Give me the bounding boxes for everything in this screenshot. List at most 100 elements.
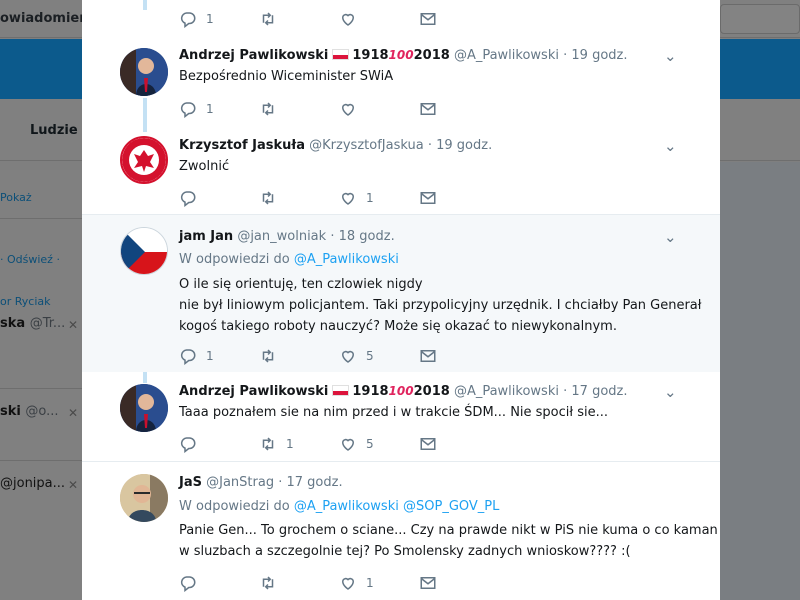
reply-button[interactable]: 1 [179,99,214,119]
mention-link[interactable]: @A_Pawlikowski [294,252,399,267]
like-count: 5 [366,349,374,363]
tweet-actions: 1 [179,188,459,208]
tweet-partial[interactable]: 1 [82,0,720,36]
retweet-button[interactable]: 1 [259,434,294,454]
tweet-focused[interactable]: jam Jan @jan_wolniak · 18 godz. ⌄ W odpo… [82,214,720,372]
tweet-text-line: kogoś takiego roboty nauczyć? Może się o… [179,319,617,334]
tweet-actions: 1 5 [179,434,459,454]
close-icon[interactable]: ✕ [68,406,78,420]
reply-context: W odpowiedzi do @A_Pawlikowski [179,252,399,267]
envelope-icon [419,100,437,118]
user-name[interactable]: JaS [179,475,202,490]
left-sidebar: Pokaż · Odświeź · or Ryciak ska @Tr... ✕… [0,170,82,600]
year-start: 1918 [352,48,389,63]
chevron-down-icon[interactable]: ⌄ [664,228,677,246]
reply-prefix: W odpowiedzi do [179,499,290,514]
suggestion-1-name: ska [0,316,26,331]
user-handle[interactable]: @jan_wolniak [237,229,326,244]
user-name[interactable]: Krzysztof Jaskuła [179,138,305,153]
user-name[interactable]: jam Jan [179,229,233,244]
chevron-down-icon[interactable]: ⌄ [664,47,677,65]
avatar[interactable] [120,384,168,432]
user-handle[interactable]: @A_Pawlikowski [454,48,559,63]
like-button[interactable]: 5 [339,346,374,366]
like-button[interactable]: 1 [339,188,374,208]
reply-icon [179,100,197,118]
user-handle[interactable]: @A_Pawlikowski [454,384,559,399]
envelope-icon [419,10,437,28]
year-end: 2018 [413,384,450,399]
chevron-down-icon[interactable]: ⌄ [664,383,677,401]
reply-count: 1 [206,102,214,116]
like-button[interactable]: 5 [339,434,374,454]
like-button[interactable] [339,9,357,29]
heart-icon [339,347,357,365]
tweet[interactable]: Andrzej Pawlikowski 19181002018 @A_Pawlik… [82,372,720,460]
message-button[interactable] [419,188,437,208]
retweet-button[interactable] [259,9,277,29]
search-input[interactable] [720,4,800,34]
hundred-points-icon: 100 [388,384,414,398]
tweet[interactable]: Andrzej Pawlikowski 19181002018 @A_Pawlik… [82,36,720,126]
tweet-text-line: Panie Gen... To grochem o sciane... Czy … [179,523,718,538]
show-link[interactable]: Pokaż [0,191,32,204]
reply-button[interactable] [179,573,197,593]
timestamp[interactable]: 19 godz. [571,48,627,63]
user-name[interactable]: Andrzej Pawlikowski [179,384,328,399]
reply-icon [179,10,197,28]
year-start: 1918 [352,384,389,399]
avatar[interactable] [120,474,168,522]
tweet-text: Zwolnić [179,159,230,174]
user-handle[interactable]: @KrzysztofJaskua [309,138,424,153]
message-button[interactable] [419,573,437,593]
close-icon[interactable]: ✕ [68,478,78,492]
chevron-down-icon[interactable]: ⌄ [664,137,677,155]
suggestion-2[interactable]: ski @o... [0,404,59,419]
suggestion-1[interactable]: ska @Tr... [0,316,65,331]
timestamp[interactable]: 19 godz. [436,138,492,153]
retweet-button[interactable] [259,99,277,119]
timestamp[interactable]: 17 godz. [571,384,627,399]
poland-flag-icon [332,49,350,60]
retweet-button[interactable] [259,346,277,366]
avatar[interactable] [120,136,168,184]
retweet-button[interactable] [259,188,277,208]
follow-suggestion-source: or Ryciak [0,295,51,308]
message-button[interactable] [419,434,437,454]
message-button[interactable] [419,99,437,119]
mention-link[interactable]: @SOP_GOV_PL [403,499,499,514]
message-button[interactable] [419,346,437,366]
reply-button[interactable] [179,434,197,454]
like-button[interactable]: 1 [339,573,374,593]
close-icon[interactable]: ✕ [68,318,78,332]
envelope-icon [419,347,437,365]
heart-icon [339,10,357,28]
avatar[interactable] [120,48,168,96]
tweet-header: JaS @JanStrag · 17 godz. [179,475,343,490]
like-count: 5 [366,437,374,451]
right-column [720,162,800,600]
avatar[interactable] [120,227,168,275]
mention-link[interactable]: @A_Pawlikowski [294,499,399,514]
refresh-link[interactable]: · Odświeź · [0,253,60,266]
user-handle[interactable]: @JanStrag [206,475,274,490]
timestamp[interactable]: 18 godz. [339,229,395,244]
like-button[interactable] [339,99,357,119]
divider [0,460,82,461]
tweet[interactable]: JaS @JanStrag · 17 godz. W odpowiedzi do… [82,461,720,600]
message-button[interactable] [419,9,437,29]
divider [0,218,82,219]
reply-count: 1 [206,12,214,26]
reply-button[interactable]: 1 [179,346,214,366]
reply-button[interactable] [179,188,197,208]
user-name[interactable]: Andrzej Pawlikowski [179,48,328,63]
timestamp[interactable]: 17 godz. [287,475,343,490]
tab-people[interactable]: Ludzie [30,123,78,138]
hundred-points-icon: 100 [388,48,414,62]
tweet[interactable]: Krzysztof Jaskuła @KrzysztofJaskua · 19 … [82,126,720,214]
suggestion-3-handle[interactable]: @jonipa... [0,476,65,491]
reply-button[interactable]: 1 [179,9,214,29]
heart-icon [339,574,357,592]
heart-icon [339,189,357,207]
retweet-button[interactable] [259,573,277,593]
